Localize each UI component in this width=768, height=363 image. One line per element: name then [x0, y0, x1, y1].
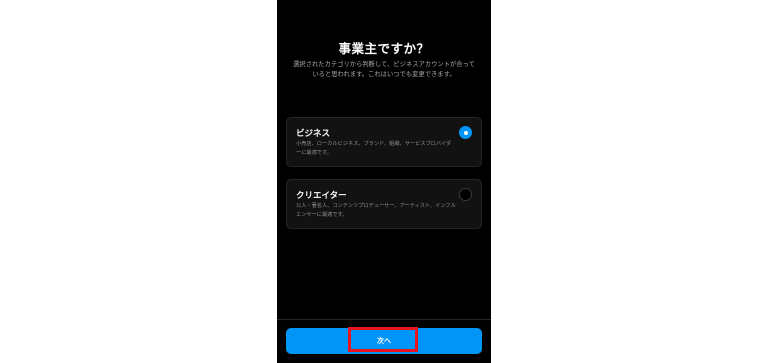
option-business-card[interactable]: ビジネス 小売店、ローカルビジネス、ブランド、組織、サービスプロバイダーに最適で…: [286, 117, 482, 167]
option-creator-title: クリエイター: [296, 191, 347, 201]
option-creator-card[interactable]: クリエイター 公人・著名人、コンテンツプロデューサー、アーティスト、インフルエン…: [286, 179, 482, 229]
option-business-description: 小売店、ローカルビジネス、ブランド、組織、サービスプロバイダーに最適です。: [296, 141, 452, 156]
next-button[interactable]: 次へ: [286, 328, 482, 354]
option-creator-description: 公人・著名人、コンテンツプロデューサー、アーティスト、インフルエンサーに最適です…: [296, 203, 456, 218]
page-subtitle: 選択されたカテゴリから判断して、ビジネスアカウントが合っていると思われます。これ…: [293, 61, 475, 78]
option-business-title: ビジネス: [296, 129, 331, 139]
page-title: 事業主ですか？: [338, 41, 430, 56]
option-business-radio-selected[interactable]: [459, 126, 472, 139]
phone-screen: 事業主ですか？ 選択されたカテゴリから判断して、ビジネスアカウントが合っていると…: [277, 0, 491, 363]
option-creator-radio[interactable]: [459, 188, 472, 201]
footer-divider: [277, 319, 491, 320]
